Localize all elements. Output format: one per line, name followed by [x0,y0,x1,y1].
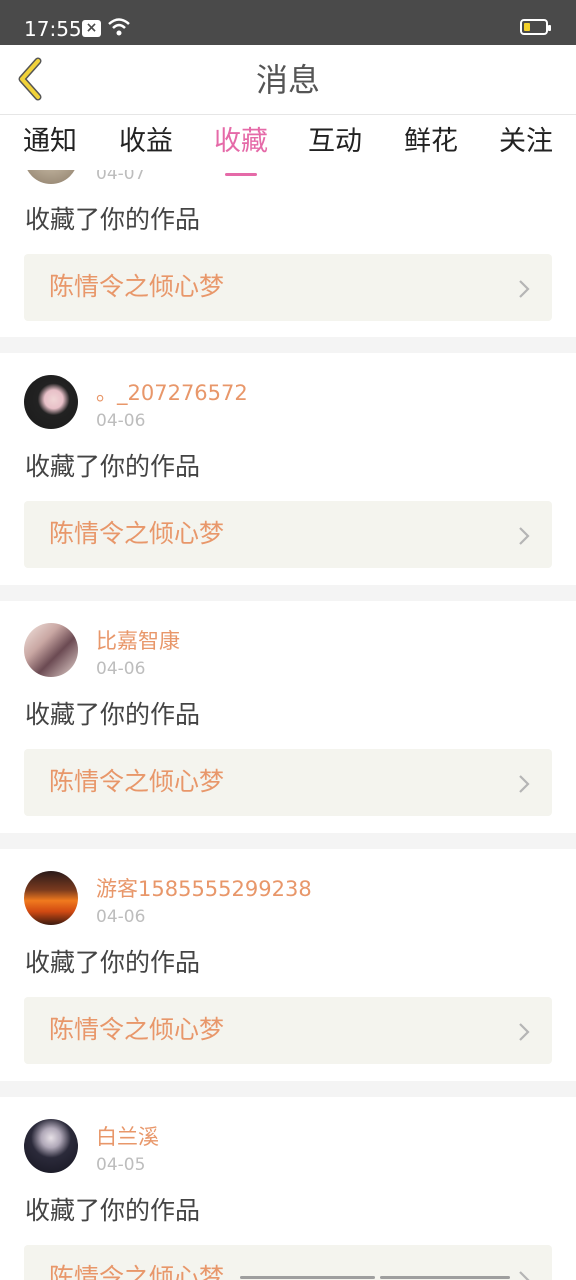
wifi-icon [108,18,130,36]
status-bar: 17:55 × [0,0,576,45]
status-time: 17:55 [24,17,82,41]
message-action: 收藏了你的作品 [25,700,201,729]
work-title: 陈情令之倾心梦 [49,519,225,548]
work-link[interactable]: 陈情令之倾心梦 [24,501,552,568]
avatar[interactable] [24,170,78,184]
work-title: 陈情令之倾心梦 [49,1263,225,1280]
message-date: 04-05 [96,1155,146,1175]
horizontal-scrollbar[interactable] [380,1276,510,1279]
user-name[interactable]: 游客1585555299238 [96,876,312,902]
chevron-right-icon [519,527,530,545]
work-link[interactable]: 陈情令之倾心梦 [24,254,552,321]
tab-label: 收藏 [214,126,268,157]
tab-label: 鲜花 [404,126,458,157]
chevron-right-icon [519,1023,530,1041]
user-name[interactable]: 。_207276572 [96,380,248,406]
tab-label: 收益 [119,126,173,157]
tab-notification[interactable]: 通知 [23,124,77,160]
message-action: 收藏了你的作品 [25,205,201,234]
tab-flowers[interactable]: 鲜花 [404,124,458,160]
tab-bar: 通知 收益 收藏 互动 鲜花 关注 [0,115,576,176]
sim-x-icon: × [82,20,101,37]
message-date: 04-07 [96,170,146,184]
message-date: 04-06 [96,411,146,431]
tab-label: 关注 [499,126,553,157]
work-title: 陈情令之倾心梦 [49,272,225,301]
divider [0,337,576,353]
list-item: 比嘉智康 04-06 收藏了你的作品 陈情令之倾心梦 [0,601,576,833]
battery-low-icon [520,19,551,35]
message-action: 收藏了你的作品 [25,452,201,481]
message-date: 04-06 [96,659,146,679]
message-action: 收藏了你的作品 [25,948,201,977]
divider [0,1081,576,1097]
avatar[interactable] [24,1119,78,1173]
work-link[interactable]: 陈情令之倾心梦 [24,749,552,816]
active-tab-indicator [225,173,257,176]
tab-follows[interactable]: 关注 [499,124,553,160]
list-item: 游客1585555299238 04-06 收藏了你的作品 陈情令之倾心梦 [0,849,576,1081]
tab-earnings[interactable]: 收益 [119,124,173,160]
message-list[interactable]: 04-07 收藏了你的作品 陈情令之倾心梦 。_207276572 04-06 … [0,170,576,1280]
app-header: 消息 [0,45,576,115]
work-link[interactable]: 陈情令之倾心梦 [24,1245,552,1280]
divider [0,833,576,849]
list-item: 。_207276572 04-06 收藏了你的作品 陈情令之倾心梦 [0,353,576,585]
work-title: 陈情令之倾心梦 [49,767,225,796]
chevron-right-icon [519,1271,530,1280]
tab-label: 通知 [23,126,77,157]
tab-favorites[interactable]: 收藏 [214,124,268,176]
list-item: 04-07 收藏了你的作品 陈情令之倾心梦 [0,170,576,337]
chevron-right-icon [519,775,530,793]
divider [0,585,576,601]
avatar[interactable] [24,871,78,925]
work-link[interactable]: 陈情令之倾心梦 [24,997,552,1064]
message-action: 收藏了你的作品 [25,1196,201,1225]
avatar[interactable] [24,623,78,677]
horizontal-scrollbar[interactable] [240,1276,375,1279]
tab-interaction[interactable]: 互动 [308,124,362,160]
avatar[interactable] [24,375,78,429]
message-date: 04-06 [96,907,146,927]
work-title: 陈情令之倾心梦 [49,1015,225,1044]
user-name[interactable]: 白兰溪 [96,1124,159,1150]
user-name[interactable]: 比嘉智康 [96,628,180,654]
list-item: 白兰溪 04-05 收藏了你的作品 陈情令之倾心梦 [0,1097,576,1280]
tab-label: 互动 [308,126,362,157]
page-title: 消息 [255,61,320,99]
chevron-right-icon [519,280,530,298]
